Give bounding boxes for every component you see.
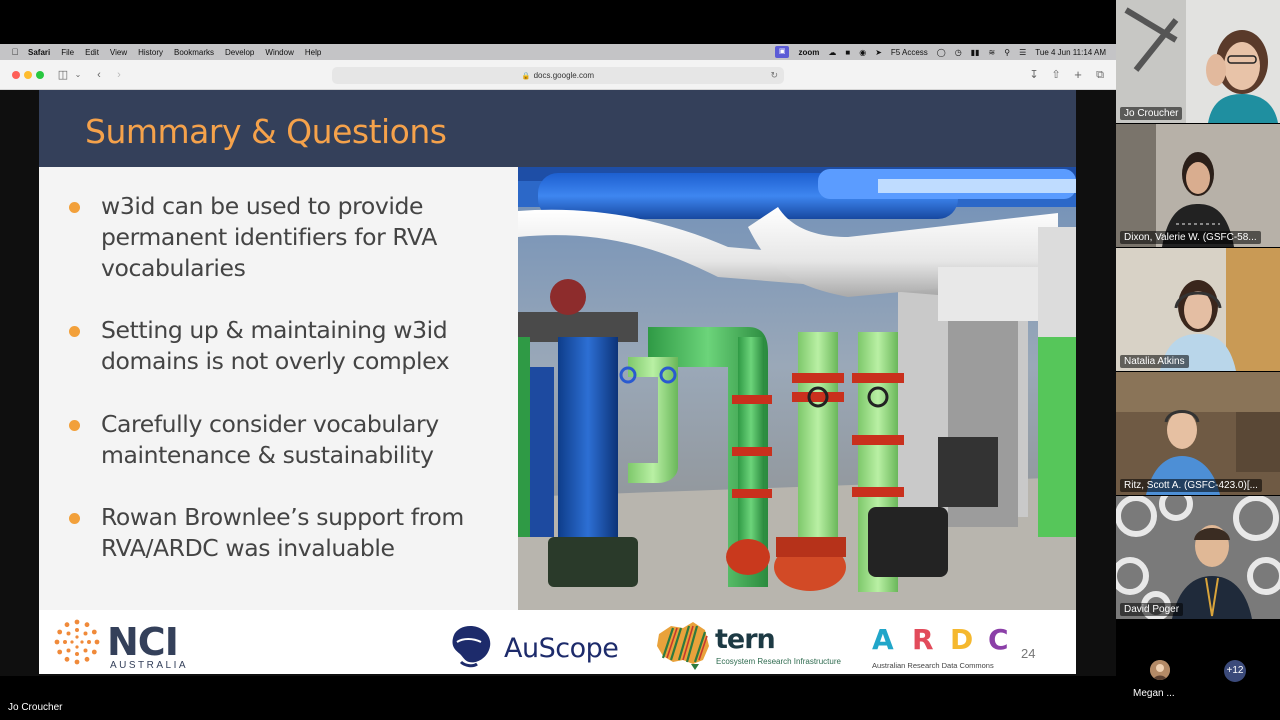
f5-access-label[interactable]: F5 Access [891,48,928,57]
zoom-share-icon[interactable]: ▣ [774,46,790,58]
bullet-dot [69,513,80,524]
tern-logo-text: tern [715,624,776,655]
download-icon[interactable]: ↧ [1027,67,1041,83]
menu-window[interactable]: Window [265,48,293,57]
more-participant-name: Megan ... [1133,688,1175,699]
menu-bookmarks[interactable]: Bookmarks [174,48,214,57]
minimize-window-button[interactable] [24,71,32,79]
macos-menubar:  Safari File Edit View History Bookmark… [0,44,1116,60]
url-text: docs.google.com [533,71,595,80]
avatar-icon [1150,660,1170,680]
menu-edit[interactable]: Edit [85,48,99,57]
wifi-icon[interactable]: ≋ [989,48,996,57]
close-window-button[interactable] [12,71,20,79]
share-icon[interactable]: ⇧ [1049,67,1063,83]
menu-view[interactable]: View [110,48,127,57]
avatar[interactable] [1150,660,1170,680]
zoom-menu-label[interactable]: zoom [798,48,819,57]
participant-tile[interactable]: Natalia Atkins [1116,248,1280,371]
slide-page-number: 24 [1021,646,1036,661]
bullet-text: Rowan Brownlee’s support from RVA/ARDC w… [101,503,464,562]
bullet-dot [69,326,80,337]
participant-name: Dixon, Valerie W. (GSFC-58... [1120,231,1261,244]
arrow-icon[interactable]: ➤ [875,48,882,57]
bullet-item: w3id can be used to provide permanent id… [69,191,481,284]
back-button[interactable]: ‹ [93,67,105,83]
safari-toolbar: ◫ ⌄ ‹ › 🔒 docs.google.com ↻ ↧ ⇧ + ⧉ [0,60,1116,90]
tern-logo-subtitle: Ecosystem Research Infrastructure [716,657,841,666]
participant-tile[interactable]: Ritz, Scott A. (GSFC-423.0)[... [1116,372,1280,495]
new-tab-icon[interactable]: + [1071,67,1085,83]
lock-icon: 🔒 [521,73,531,80]
app-icon[interactable]: ■ [845,48,850,57]
bullet-dot [69,202,80,213]
menubar-status-area: ▣ zoom ☁ ■ ◉ ➤ F5 Access ◯ ◷ ▮▮ ≋ ⚲ ☰ Tu… [766,44,1106,60]
circle-icon[interactable]: ◯ [937,48,946,57]
slide-footer: NCI AUSTRALIA AuScope tern Ecosystem Res… [39,610,1076,674]
menu-app[interactable]: Safari [28,48,50,57]
ardc-letter-a: A [872,623,894,656]
control-center-icon[interactable]: ☰ [1019,48,1026,57]
participant-video [1116,124,1280,247]
ardc-letters-logo: A R D C [872,623,1009,656]
globe-icon[interactable]: ◉ [859,48,866,57]
shared-screen:  Safari File Edit View History Bookmark… [0,44,1116,676]
auscope-logo-icon [452,626,491,668]
apple-icon[interactable]:  [10,47,20,57]
participant-name: Jo Croucher [1120,107,1183,120]
ardc-letter-r: R [912,623,934,656]
nci-logo-text: NCI [107,620,179,664]
address-bar[interactable]: 🔒 docs.google.com ↻ [332,67,784,84]
menu-history[interactable]: History [138,48,163,57]
nci-logo-subtitle: AUSTRALIA [110,660,189,671]
participant-tile[interactable]: Jo Croucher [1116,0,1280,123]
participant-name: David Poger [1120,603,1184,616]
reload-icon[interactable]: ↻ [770,67,778,84]
tern-australia-logo-icon [657,622,709,670]
bullet-dot [69,420,80,431]
chevron-down-icon[interactable]: ⌄ [73,67,83,83]
ardc-letter-d: D [950,623,973,656]
participant-name: Ritz, Scott A. (GSFC-423.0)[... [1120,479,1262,492]
search-icon[interactable]: ⚲ [1004,48,1010,57]
nci-sunburst-logo-icon [54,619,100,665]
active-speaker-label: Jo Croucher [8,702,63,713]
menu-file[interactable]: File [61,48,74,57]
ardc-logo-subtitle: Australian Research Data Commons [872,661,994,670]
plant-room-photo [518,167,1076,610]
bullet-text: Carefully consider vocabulary maintenanc… [101,410,439,469]
zoom-meeting-window:  Safari File Edit View History Bookmark… [0,0,1280,720]
menubar-clock[interactable]: Tue 4 Jun 11:14 AM [1035,48,1106,57]
slide-header-bar: Summary & Questions [39,90,1076,167]
participant-video [1116,496,1280,619]
plant-room-illustration [518,167,1076,610]
presentation-slide: Summary & Questions w3id can be used to … [39,90,1076,674]
ardc-letter-c: C [988,623,1009,656]
more-participants-strip[interactable]: +12 Megan ... [1116,620,1280,720]
bullet-text: Setting up & maintaining w3id domains is… [101,316,450,375]
sidebar-icon[interactable]: ◫ [56,67,70,83]
bullet-item: Rowan Brownlee’s support from RVA/ARDC w… [69,502,481,564]
menu-develop[interactable]: Develop [225,48,254,57]
auscope-logo-text: AuScope [504,633,619,664]
participant-tile[interactable]: David Poger [1116,496,1280,619]
bullet-item: Carefully consider vocabulary maintenanc… [69,409,481,471]
tab-overview-icon[interactable]: ⧉ [1093,67,1107,83]
bullet-text: w3id can be used to provide permanent id… [101,192,437,282]
fullscreen-window-button[interactable] [36,71,44,79]
menu-help[interactable]: Help [305,48,321,57]
participant-video [1116,372,1280,495]
more-participants-count[interactable]: +12 [1224,660,1246,682]
bullet-list: w3id can be used to provide permanent id… [39,167,518,610]
bullet-item: Setting up & maintaining w3id domains is… [69,315,481,377]
participant-tile[interactable]: Dixon, Valerie W. (GSFC-58... [1116,124,1280,247]
clock-icon[interactable]: ◷ [955,48,962,57]
forward-button[interactable]: › [113,67,125,83]
participant-video [1116,0,1280,123]
battery-icon[interactable]: ▮▮ [971,48,980,57]
participant-name: Natalia Atkins [1120,355,1189,368]
cloud-icon[interactable]: ☁ [828,48,836,57]
participant-video [1116,248,1280,371]
slide-title: Summary & Questions [85,112,447,151]
